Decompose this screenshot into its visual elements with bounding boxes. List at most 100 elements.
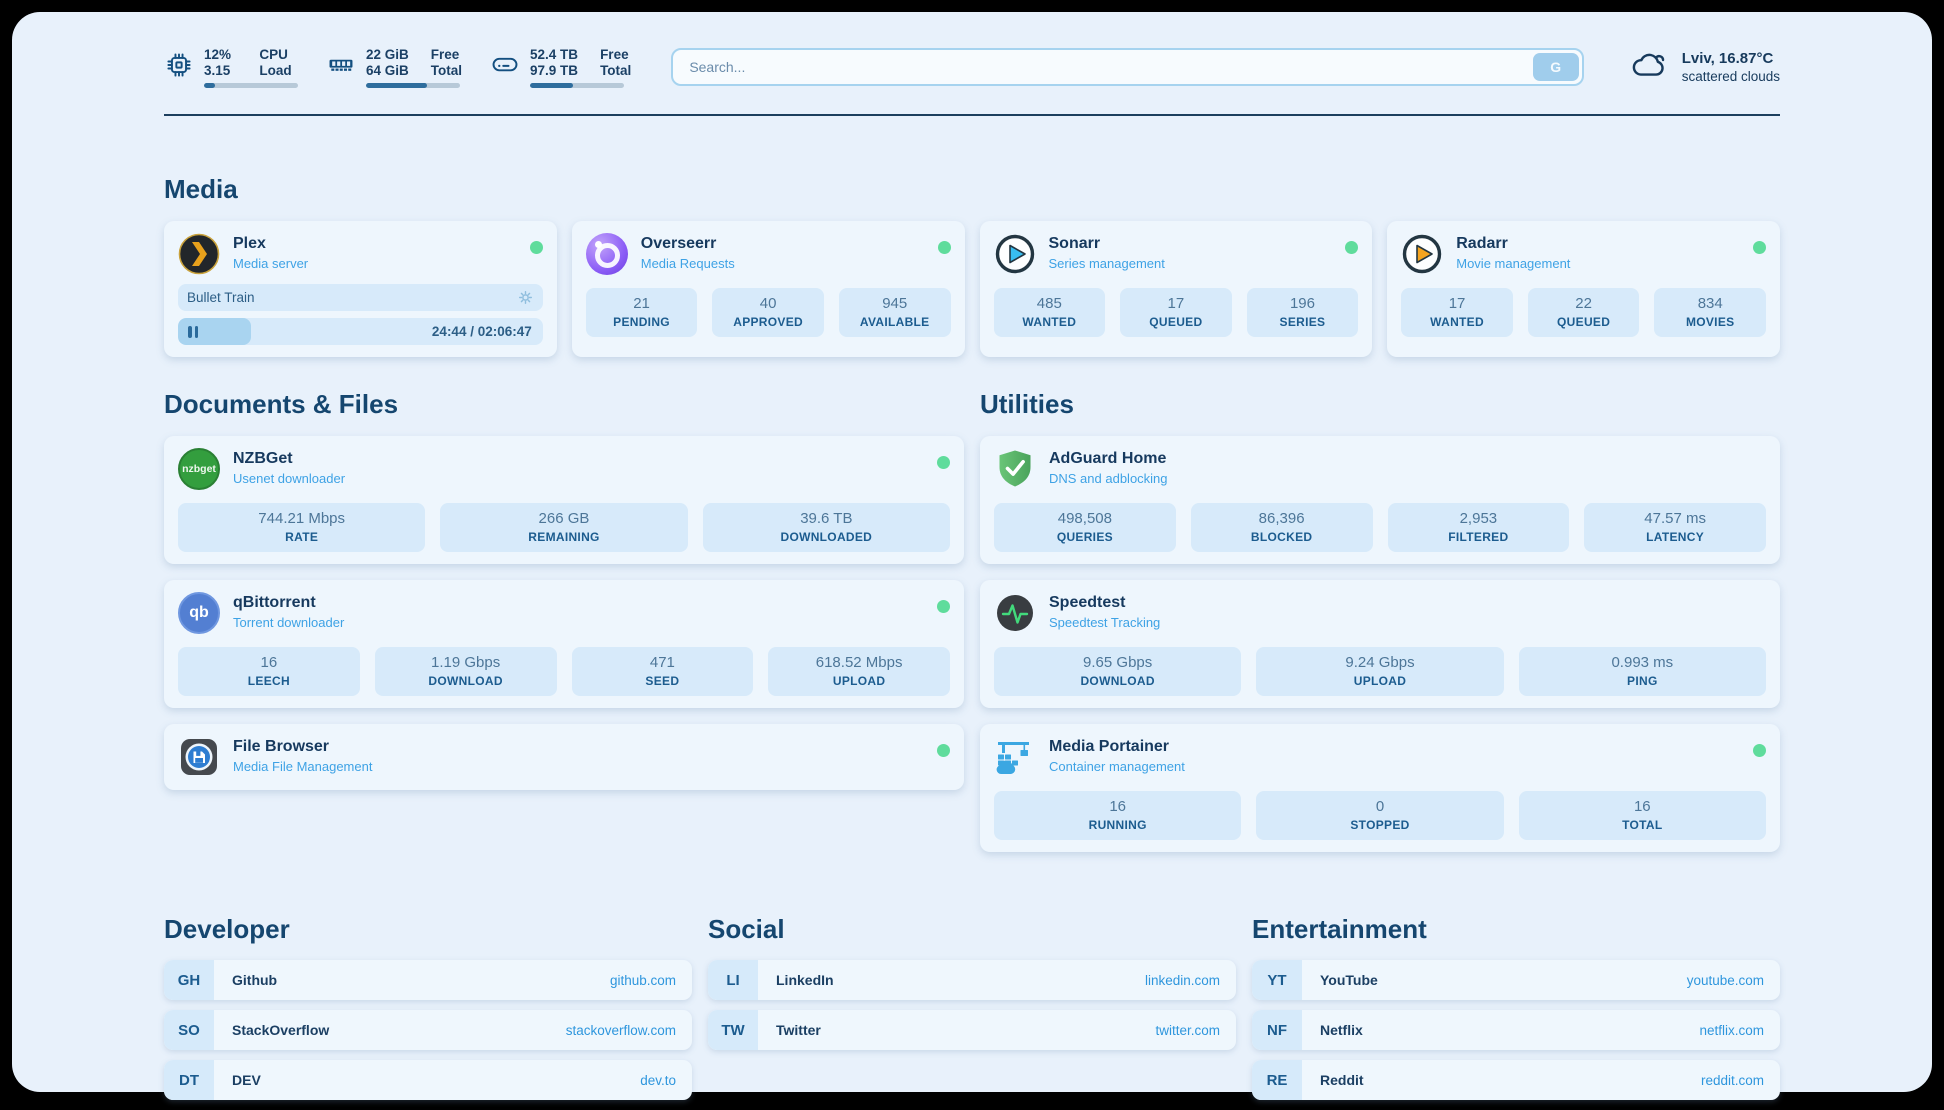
ram-total-label: Total — [431, 63, 462, 79]
app-name: Overseerr — [641, 235, 735, 253]
portainer-crane-icon — [994, 736, 1036, 778]
stat-tile: 16 RUNNING — [994, 791, 1241, 840]
cpu-stat: 12% CPU 3.15 Load — [164, 47, 298, 88]
app-card-filebrowser[interactable]: File Browser Media File Management — [164, 724, 964, 790]
overseerr-icon — [586, 233, 628, 275]
weather-condition: scattered clouds — [1682, 69, 1780, 84]
plex-icon — [178, 233, 220, 275]
disk-stat: 52.4 TB Free 97.9 TB Total — [490, 47, 631, 88]
top-bar: 12% CPU 3.15 Load — [164, 42, 1780, 92]
topbar-divider — [164, 114, 1780, 116]
link-row-linkedin[interactable]: LI LinkedIn linkedin.com — [708, 960, 1236, 1000]
link-row-github[interactable]: GH Github github.com — [164, 960, 692, 1000]
app-subtitle: Torrent downloader — [233, 615, 344, 630]
link-name: LinkedIn — [776, 972, 834, 988]
stat-tile: 618.52 Mbps UPLOAD — [768, 647, 950, 696]
stat-tile: 485 WANTED — [994, 288, 1106, 337]
app-name: Sonarr — [1049, 235, 1165, 253]
link-url: youtube.com — [1687, 973, 1764, 988]
disk-progress-bar — [530, 83, 624, 88]
social-section: Social LI LinkedIn linkedin.com TW Twitt… — [708, 914, 1236, 1110]
app-name: Speedtest — [1049, 594, 1160, 612]
documents-column: Documents & Files nzbget NZBGet Usenet d… — [164, 389, 964, 868]
cpu-load-label: Load — [259, 63, 291, 79]
stat-tile: 16 TOTAL — [1519, 791, 1766, 840]
cpu-usage-value: 12% — [204, 47, 237, 63]
app-subtitle: Container management — [1049, 759, 1185, 774]
plex-playback-progress: 24:44 / 02:06:47 — [178, 318, 543, 345]
session-settings-icon[interactable] — [517, 289, 534, 306]
stat-tile: 17 WANTED — [1401, 288, 1513, 337]
stat-tile: 17 QUEUED — [1120, 288, 1232, 337]
link-row-twitter[interactable]: TW Twitter twitter.com — [708, 1010, 1236, 1050]
app-subtitle: Media server — [233, 256, 308, 271]
status-online-dot — [530, 241, 543, 254]
stat-tile: 39.6 TB DOWNLOADED — [703, 503, 950, 552]
playback-time: 24:44 / 02:06:47 — [432, 324, 543, 339]
playback-progress-fill — [178, 318, 251, 345]
link-name: Github — [232, 972, 277, 988]
link-badge: LI — [708, 960, 758, 1000]
app-card-plex[interactable]: Plex Media server Bullet Train 24 — [164, 221, 557, 357]
section-title-documents: Documents & Files — [164, 389, 964, 420]
app-card-qbittorrent[interactable]: qb qBittorrent Torrent downloader 16 LEE… — [164, 580, 964, 708]
link-url: github.com — [610, 973, 676, 988]
link-name: StackOverflow — [232, 1022, 329, 1038]
disk-free-value: 52.4 TB — [530, 47, 578, 63]
link-badge: RE — [1252, 1060, 1302, 1100]
app-name: AdGuard Home — [1049, 450, 1168, 468]
app-subtitle: Speedtest Tracking — [1049, 615, 1160, 630]
cpu-chip-icon — [164, 50, 194, 85]
link-name: Twitter — [776, 1022, 821, 1038]
link-name: DEV — [232, 1072, 261, 1088]
cpu-progress-fill — [204, 83, 215, 88]
stat-tile: 744.21 Mbps RATE — [178, 503, 425, 552]
session-title: Bullet Train — [187, 290, 255, 305]
disk-total-value: 97.9 TB — [530, 63, 578, 79]
link-url: reddit.com — [1701, 1073, 1764, 1088]
app-name: NZBGet — [233, 450, 345, 468]
app-card-sonarr[interactable]: Sonarr Series management 485 WANTED 17 Q… — [980, 221, 1373, 357]
link-name: Reddit — [1320, 1072, 1364, 1088]
link-badge: DT — [164, 1060, 214, 1100]
stat-tile: 9.65 Gbps DOWNLOAD — [994, 647, 1241, 696]
app-card-overseerr[interactable]: Overseerr Media Requests 21 PENDING 40 A… — [572, 221, 965, 357]
link-row-youtube[interactable]: YT YouTube youtube.com — [1252, 960, 1780, 1000]
status-online-dot — [938, 241, 951, 254]
disk-icon — [490, 50, 520, 85]
stat-tile: 0.993 ms PING — [1519, 647, 1766, 696]
ram-progress-fill — [366, 83, 427, 88]
link-row-netflix[interactable]: NF Netflix netflix.com — [1252, 1010, 1780, 1050]
link-badge: SO — [164, 1010, 214, 1050]
section-title-developer: Developer — [164, 914, 692, 945]
app-card-portainer[interactable]: Media Portainer Container management 16 … — [980, 724, 1780, 852]
sonarr-icon — [994, 233, 1036, 275]
search-engine-button[interactable]: G — [1533, 53, 1579, 81]
stat-tile: 945 AVAILABLE — [839, 288, 951, 337]
app-card-speedtest[interactable]: Speedtest Speedtest Tracking 9.65 Gbps D… — [980, 580, 1780, 708]
link-row-stackoverflow[interactable]: SO StackOverflow stackoverflow.com — [164, 1010, 692, 1050]
disk-total-label: Total — [600, 63, 631, 79]
ram-free-label: Free — [431, 47, 460, 63]
stat-tile: 40 APPROVED — [712, 288, 824, 337]
status-online-dot — [937, 744, 950, 757]
app-subtitle: Media Requests — [641, 256, 735, 271]
app-card-radarr[interactable]: Radarr Movie management 17 WANTED 22 QUE… — [1387, 221, 1780, 357]
link-url: linkedin.com — [1145, 973, 1220, 988]
media-cards-row: Plex Media server Bullet Train 24 — [164, 221, 1780, 357]
link-badge: TW — [708, 1010, 758, 1050]
app-name: qBittorrent — [233, 594, 344, 612]
search-input[interactable] — [671, 48, 1583, 86]
app-card-nzbget[interactable]: nzbget NZBGet Usenet downloader 744.21 M… — [164, 436, 964, 564]
cpu-progress-bar — [204, 83, 298, 88]
link-row-dev[interactable]: DT DEV dev.to — [164, 1060, 692, 1100]
developer-section: Developer GH Github github.com SO StackO… — [164, 914, 692, 1110]
app-subtitle: Movie management — [1456, 256, 1570, 271]
app-card-adguard[interactable]: AdGuard Home DNS and adblocking 498,508 … — [980, 436, 1780, 564]
link-badge: GH — [164, 960, 214, 1000]
link-row-reddit[interactable]: RE Reddit reddit.com — [1252, 1060, 1780, 1100]
link-name: YouTube — [1320, 972, 1378, 988]
link-badge: NF — [1252, 1010, 1302, 1050]
stat-tile: 1.19 Gbps DOWNLOAD — [375, 647, 557, 696]
system-stats: 12% CPU 3.15 Load — [164, 47, 631, 88]
